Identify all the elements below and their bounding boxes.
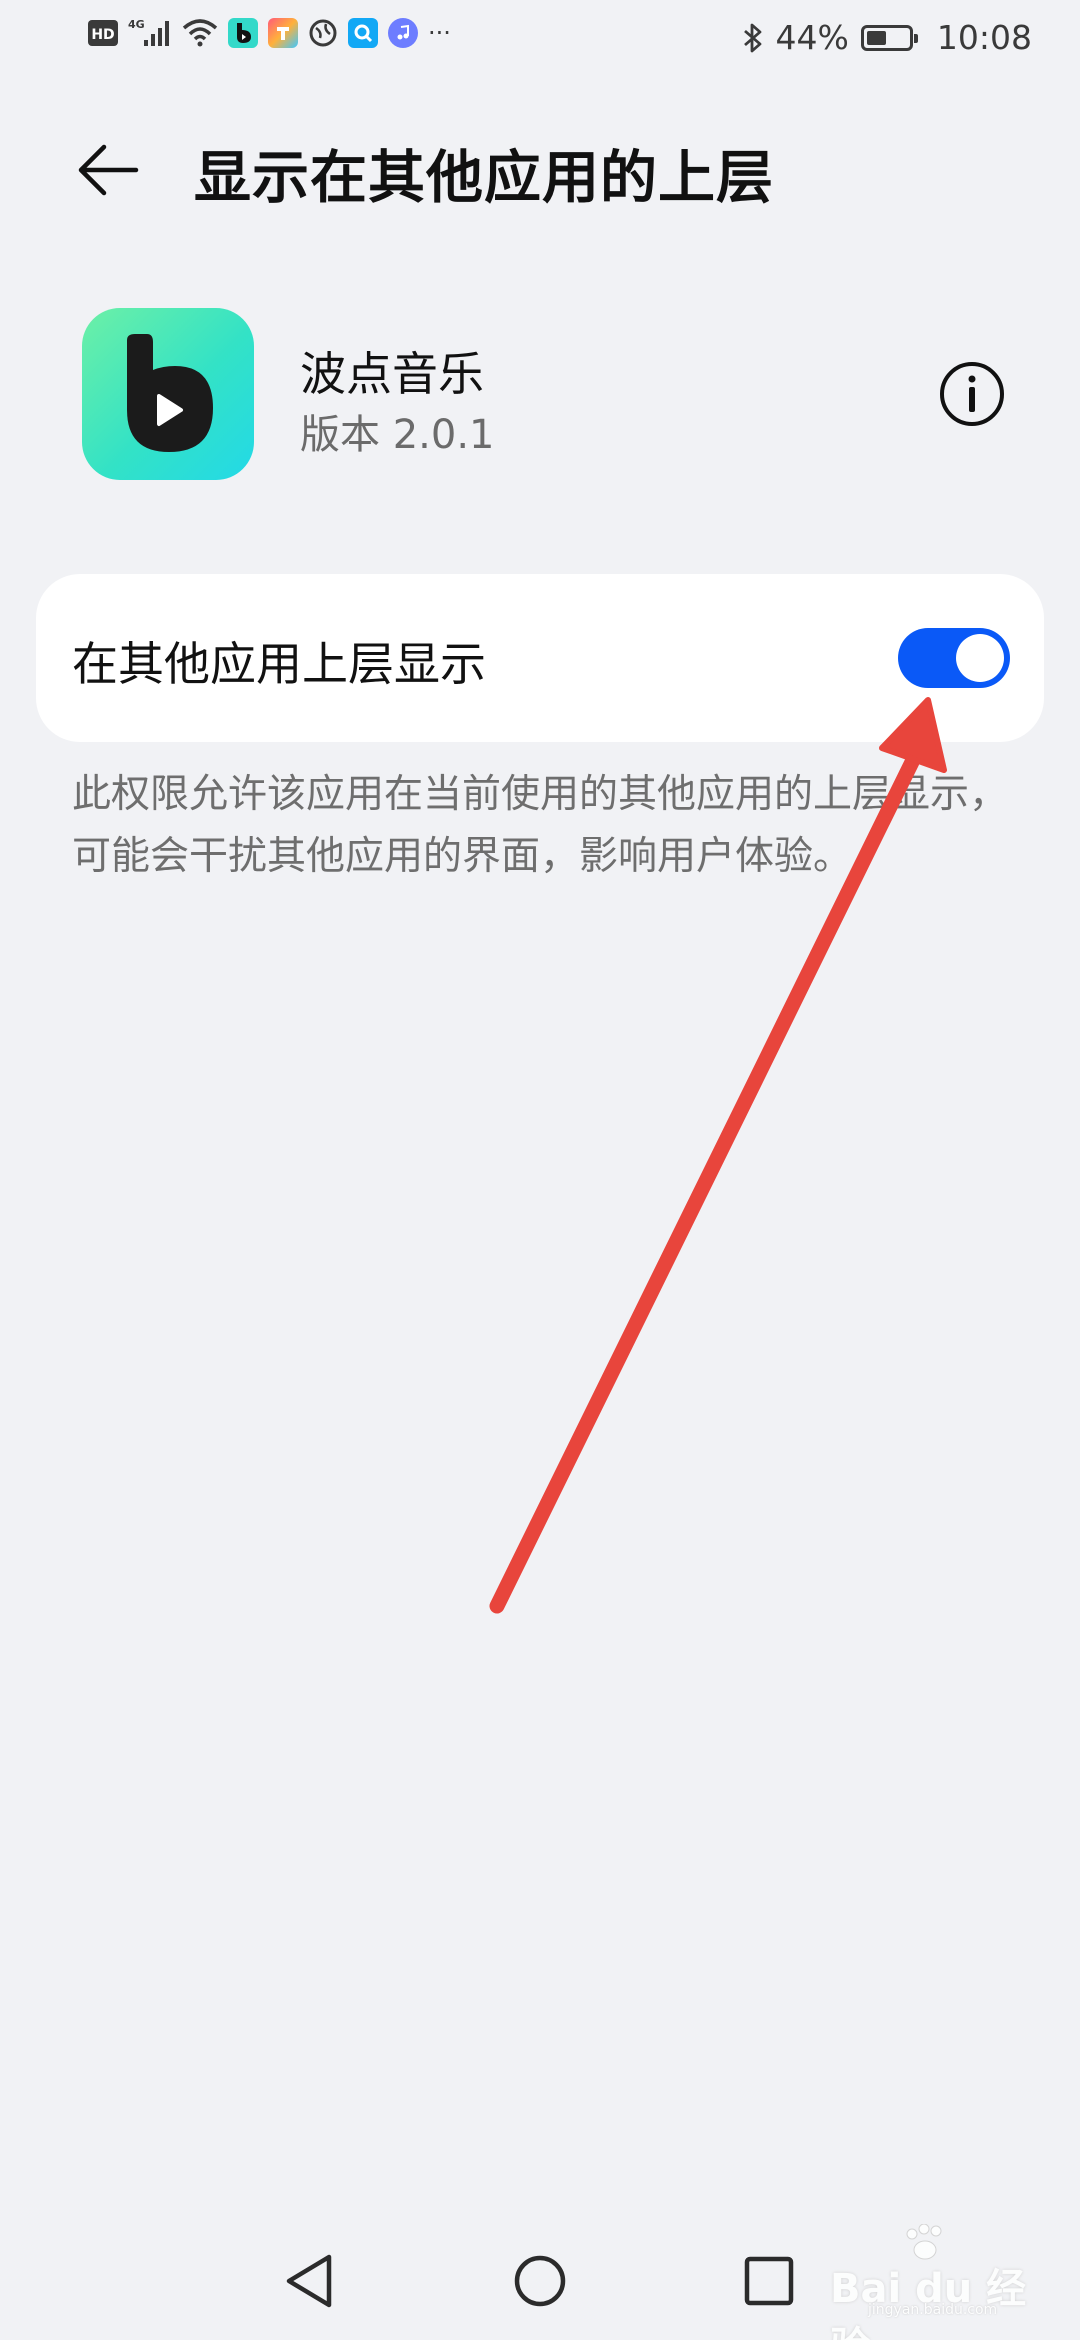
app-icon [82, 308, 254, 480]
square-recents-icon [744, 2256, 794, 2306]
app-version: 版本 2.0.1 [300, 412, 495, 458]
watermark-brand: Bai du 经验 [830, 2266, 1027, 2340]
app-name: 波点音乐 [300, 347, 484, 401]
overlay-permission-card: 在其他应用上层显示 [36, 574, 1044, 742]
hd-icon: HD [88, 20, 118, 46]
baidu-jingyan-watermark: Bai du 经验 jingyan.baidu.com [820, 2224, 1050, 2340]
app-notification-icon [268, 18, 298, 48]
screen: HD 4G ··· 44% 10:08 显示在其他应用的上层 波点音乐 版本 2… [0, 0, 1080, 2340]
nav-back-button[interactable] [274, 2246, 344, 2316]
svg-text:HD: HD [91, 27, 114, 43]
clock: 10:08 [936, 18, 1032, 57]
status-left-icons: HD 4G ··· [88, 18, 451, 48]
circle-home-icon [514, 2255, 566, 2307]
app-info-button[interactable] [936, 358, 1008, 430]
app-info-section: 波点音乐 版本 2.0.1 [0, 300, 1080, 490]
toggle-knob [956, 634, 1004, 682]
info-icon [940, 362, 1004, 426]
triangle-back-icon [286, 2254, 332, 2308]
nav-home-button[interactable] [505, 2246, 575, 2316]
browser-notification-icon [308, 18, 338, 48]
bodian-music-notification-icon [228, 18, 258, 48]
header: 显示在其他应用的上层 [0, 110, 1080, 230]
nav-recents-button[interactable] [734, 2246, 804, 2316]
page-title: 显示在其他应用的上层 [194, 145, 774, 211]
permission-description: 此权限允许该应用在当前使用的其他应用的上层显示，可能会干扰其他应用的界面，影响用… [72, 772, 1009, 879]
overlay-permission-toggle[interactable] [898, 628, 1010, 688]
bluetooth-icon [742, 22, 764, 54]
bodian-logo-icon [127, 334, 213, 452]
status-bar: HD 4G ··· 44% 10:08 [0, 0, 1080, 82]
battery-icon [860, 24, 918, 51]
cellular-signal-icon: 4G [128, 18, 172, 48]
back-button[interactable] [72, 134, 144, 206]
battery-percent: 44% [775, 18, 849, 57]
search-app-notification-icon [348, 18, 378, 48]
overlay-permission-label: 在其他应用上层显示 [72, 637, 486, 691]
more-notifications-icon: ··· [428, 19, 451, 47]
watermark-url: jingyan.baidu.com [868, 2302, 998, 2318]
back-arrow-icon [78, 144, 139, 196]
wifi-icon [182, 18, 218, 48]
status-right-icons: 44% 10:08 [742, 18, 1032, 57]
svg-text:4G: 4G [128, 18, 145, 31]
music-app-notification-icon [388, 18, 418, 48]
